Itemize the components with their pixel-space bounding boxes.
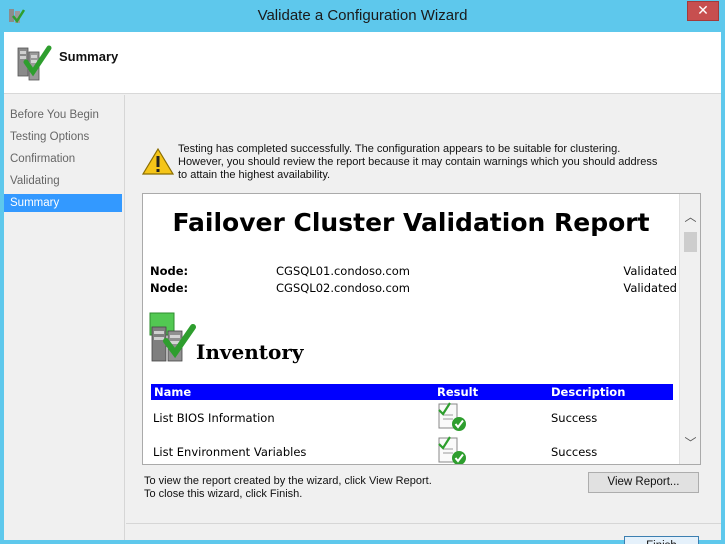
wizard-client-area: Summary Before You Begin Testing Options… — [4, 32, 721, 544]
finish-button[interactable]: Finish — [624, 536, 699, 544]
wizard-main-panel: Testing has completed successfully. The … — [126, 95, 721, 544]
view-report-button[interactable]: View Report... — [588, 472, 699, 493]
status-message: Testing has completed successfully. The … — [178, 143, 678, 182]
node-name: CGSQL01.condoso.com — [276, 264, 411, 278]
footer-divider — [126, 523, 721, 524]
window-title: Validate a Configuration Wizard — [257, 7, 468, 24]
close-button[interactable]: ✕ — [687, 1, 719, 21]
page-title: Summary — [59, 49, 119, 64]
row-description: Success — [551, 445, 598, 459]
step-confirmation[interactable]: Confirmation — [4, 150, 122, 168]
hint-close: To close this wizard, click Finish. — [144, 488, 303, 500]
wizard-header: Summary — [4, 32, 721, 94]
validation-report-view[interactable]: Failover Cluster Validation Report Node:… — [142, 193, 701, 465]
row-description: Success — [551, 411, 598, 425]
table-header: Name Result Description — [151, 384, 673, 400]
node-label: Node: — [150, 264, 189, 278]
node-row: Node: CGSQL02.condoso.com Validated — [150, 281, 677, 297]
status-line: to attain the highest availability. — [178, 169, 331, 181]
section-title: Inventory — [196, 340, 304, 364]
table-row: List Environment Variables Success — [151, 435, 673, 464]
column-header-name: Name — [154, 385, 192, 399]
node-status: Validated — [623, 281, 677, 295]
row-name-link[interactable]: List BIOS Information — [153, 411, 275, 425]
wizard-window: Validate a Configuration Wizard ✕ Summar… — [0, 0, 725, 544]
node-status: Validated — [623, 264, 677, 278]
title-bar[interactable]: Validate a Configuration Wizard ✕ — [0, 0, 725, 32]
report-title: Failover Cluster Validation Report — [172, 208, 650, 237]
step-before-you-begin[interactable]: Before You Begin — [4, 106, 122, 124]
node-row: Node: CGSQL01.condoso.com Validated — [150, 264, 677, 280]
status-line: Testing has completed successfully. The … — [178, 143, 621, 155]
node-name: CGSQL02.condoso.com — [276, 281, 411, 295]
scroll-up-icon[interactable]: ︿ — [680, 208, 700, 224]
success-report-icon — [438, 402, 466, 431]
cluster-validate-icon — [17, 45, 52, 81]
inventory-icon — [149, 312, 196, 362]
report-scrollbar[interactable]: ︿ ﹀ — [679, 194, 700, 464]
scroll-down-icon[interactable]: ﹀ — [680, 434, 700, 450]
row-name-link[interactable]: List Environment Variables — [153, 445, 306, 459]
column-header-result: Result — [437, 385, 479, 399]
hint-text: To view the report created by the wizard… — [144, 475, 432, 501]
success-report-icon — [438, 436, 466, 464]
scroll-thumb[interactable] — [684, 232, 697, 252]
column-header-description: Description — [551, 385, 626, 399]
hint-view-report: To view the report created by the wizard… — [144, 475, 432, 487]
warning-icon — [142, 147, 174, 175]
step-summary[interactable]: Summary — [4, 194, 122, 212]
step-testing-options[interactable]: Testing Options — [4, 128, 122, 146]
step-validating[interactable]: Validating — [4, 172, 122, 190]
table-row: List BIOS Information Success — [151, 401, 673, 435]
wizard-steps-panel: Before You Begin Testing Options Confirm… — [4, 95, 125, 540]
node-label: Node: — [150, 281, 189, 295]
status-line: However, you should review the report be… — [178, 156, 658, 168]
